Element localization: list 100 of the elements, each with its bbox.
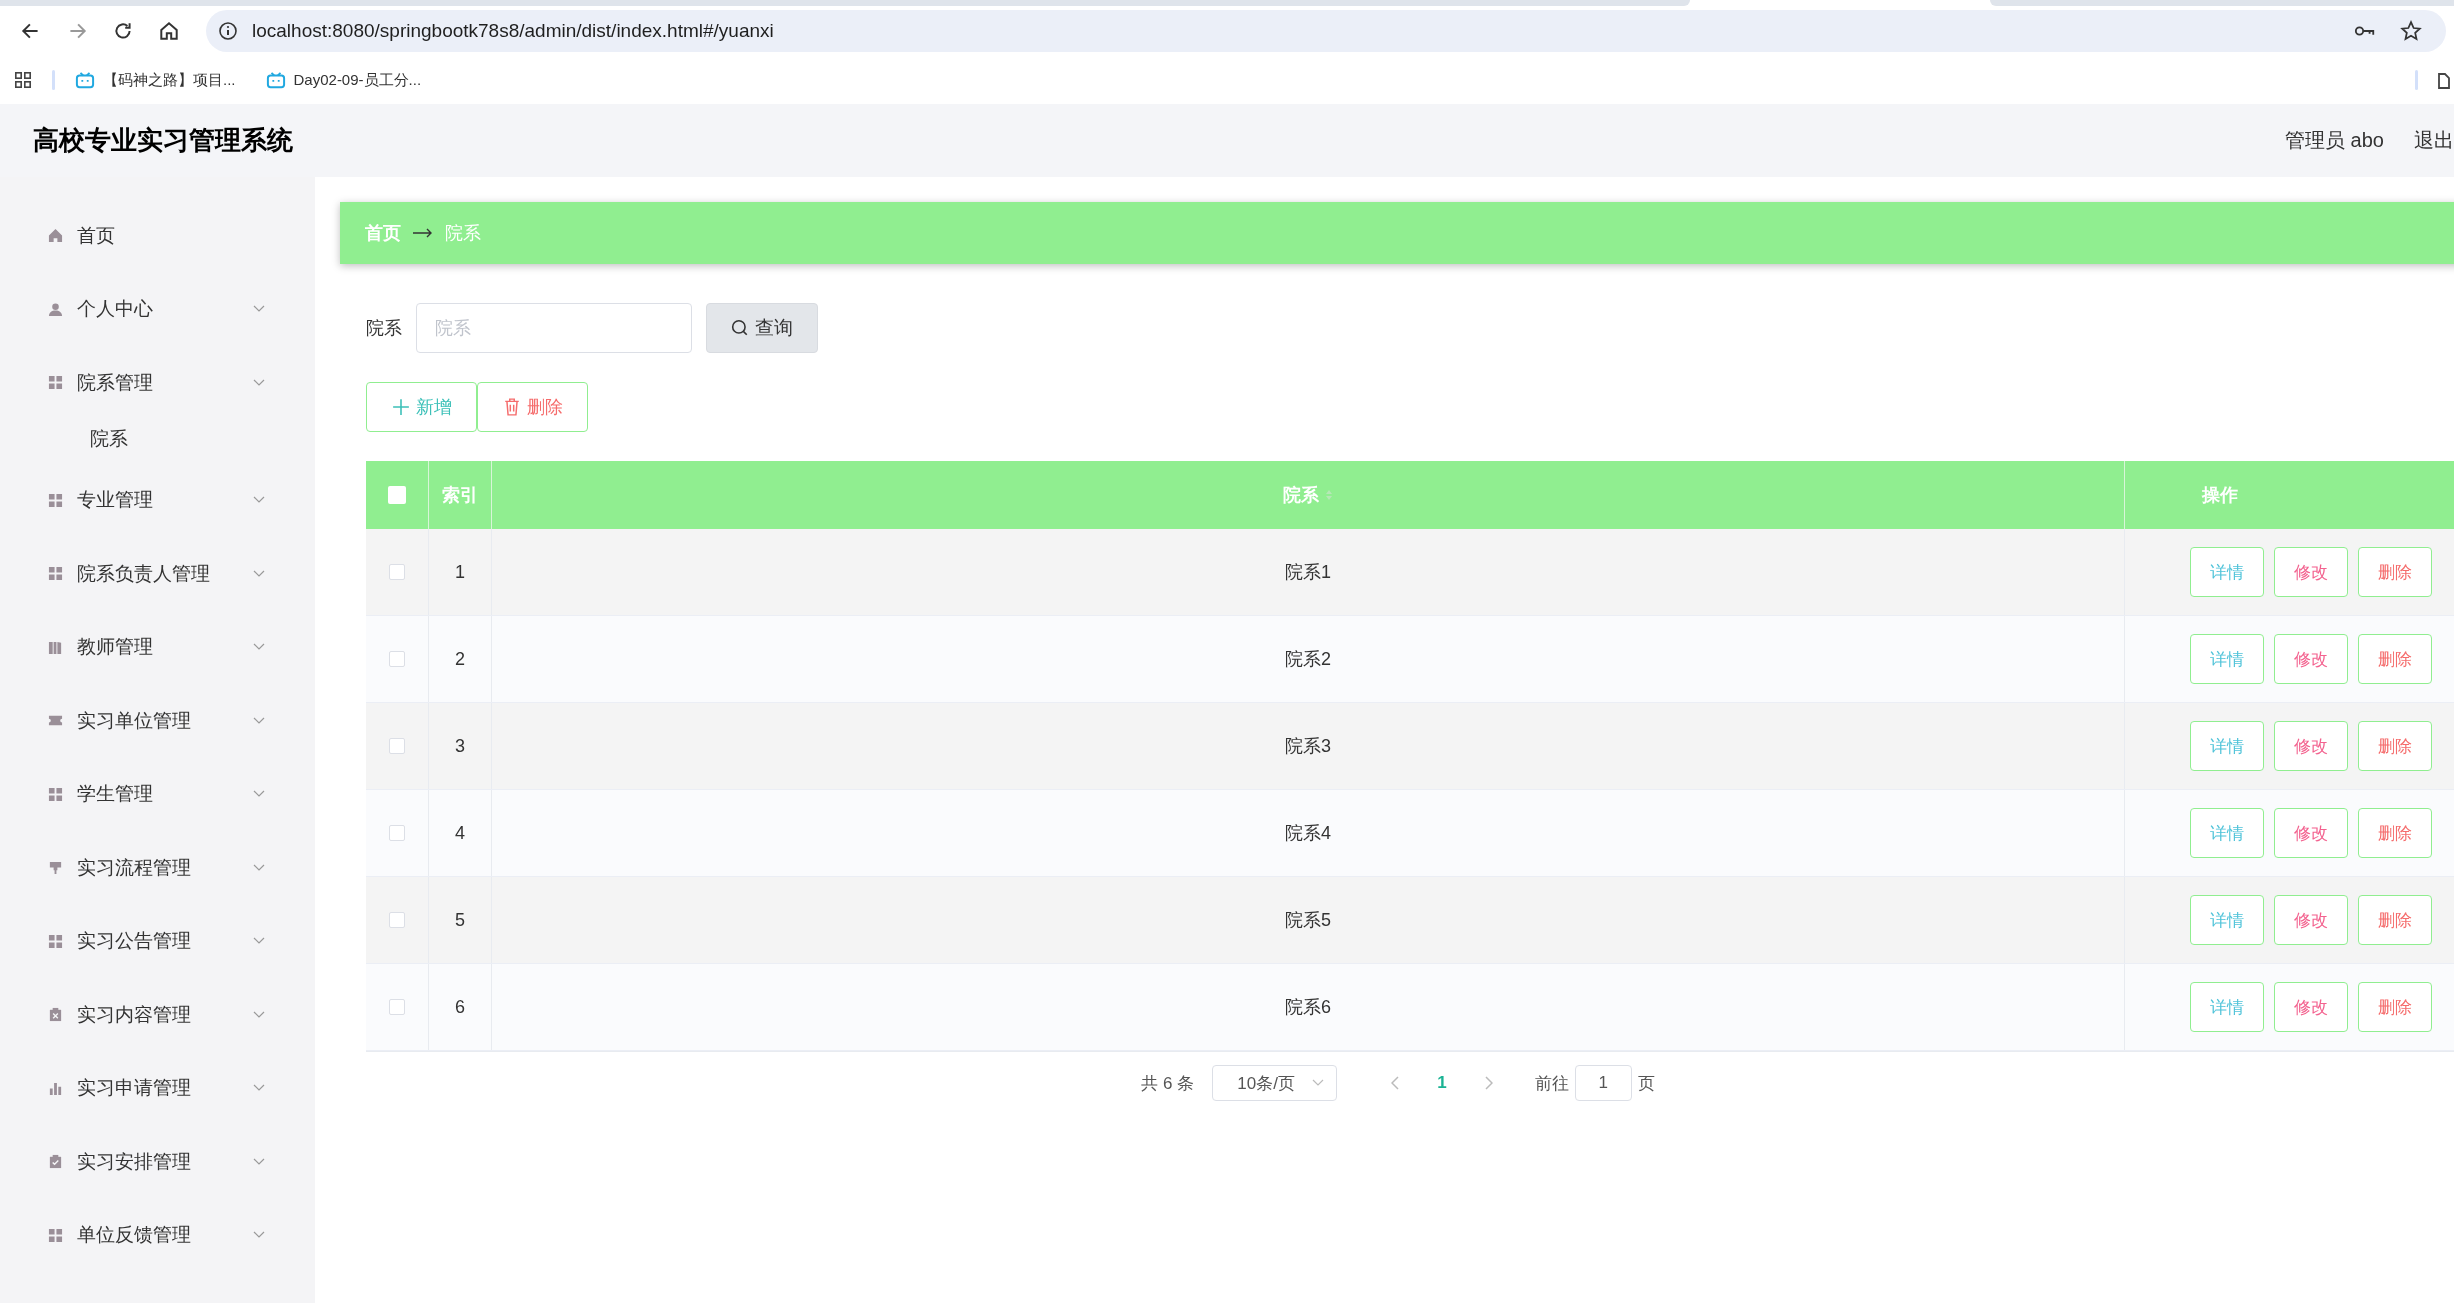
- row-checkbox[interactable]: [389, 999, 405, 1015]
- menu-item[interactable]: 实习流程管理: [0, 831, 315, 905]
- search-label: 院系: [366, 317, 402, 340]
- menu-item[interactable]: 首页: [0, 199, 315, 273]
- menu-item[interactable]: 实习内容管理: [0, 978, 315, 1052]
- table-cell: 院系6: [492, 964, 2125, 1050]
- clipboard-icon: [48, 1007, 63, 1023]
- menu-item[interactable]: 院系负责人管理: [0, 537, 315, 611]
- add-button[interactable]: 新增: [366, 382, 477, 432]
- detail-button[interactable]: 详情: [2190, 634, 2264, 684]
- chevron-down-icon: [1312, 1079, 1325, 1087]
- table-cell: 5: [429, 877, 492, 963]
- home-icon[interactable]: [158, 20, 180, 42]
- tv-icon: [75, 71, 95, 89]
- arrow-icon: [413, 228, 433, 238]
- row-checkbox[interactable]: [389, 738, 405, 754]
- search-button[interactable]: 查询: [706, 303, 818, 353]
- menu-item[interactable]: 教师管理: [0, 610, 315, 684]
- bar-chart-icon: [48, 1080, 63, 1096]
- menu-item[interactable]: 实习公告管理: [0, 904, 315, 978]
- table-cell: 4: [429, 790, 492, 876]
- plus-icon: [391, 398, 410, 416]
- delete-button[interactable]: 删除: [2358, 808, 2432, 858]
- total-count: 共 6 条: [1141, 1072, 1195, 1095]
- folder-icon[interactable]: [2438, 70, 2450, 90]
- bookmark[interactable]: 【码神之路】项目...: [75, 70, 236, 90]
- row-checkbox[interactable]: [389, 651, 405, 667]
- edit-button[interactable]: 修改: [2274, 634, 2348, 684]
- table-cell: 院系4: [492, 790, 2125, 876]
- row-checkbox[interactable]: [389, 825, 405, 841]
- detail-button[interactable]: 详情: [2190, 808, 2264, 858]
- table-cell: 2: [429, 616, 492, 702]
- detail-button[interactable]: 详情: [2190, 721, 2264, 771]
- row-checkbox[interactable]: [389, 912, 405, 928]
- menu-item[interactable]: 单位反馈管理: [0, 1198, 315, 1272]
- delete-button[interactable]: 删除: [2358, 721, 2432, 771]
- delete-button[interactable]: 删除: [477, 382, 588, 432]
- chevron-down-icon: [253, 716, 265, 725]
- edit-button[interactable]: 修改: [2274, 982, 2348, 1032]
- chevron-down-icon: [253, 1084, 265, 1093]
- select-all-checkbox[interactable]: [388, 486, 406, 504]
- info-icon[interactable]: [218, 21, 238, 41]
- sort-icon[interactable]: [1325, 489, 1333, 501]
- logout-link[interactable]: 退出: [2414, 127, 2454, 154]
- star-icon[interactable]: [2400, 20, 2422, 42]
- page-number[interactable]: 1: [1437, 1073, 1447, 1093]
- grid-icon: [48, 1227, 63, 1243]
- table-cell: 3: [429, 703, 492, 789]
- table-cell: 6: [429, 964, 492, 1050]
- delete-button[interactable]: 删除: [2358, 982, 2432, 1032]
- clipboard-check-icon: [48, 1154, 63, 1170]
- edit-button[interactable]: 修改: [2274, 808, 2348, 858]
- delete-button[interactable]: 删除: [2358, 547, 2432, 597]
- app-title: 高校专业实习管理系统: [33, 124, 293, 157]
- menu-item[interactable]: 实习单位管理: [0, 684, 315, 758]
- home-icon: [48, 228, 63, 244]
- apps-icon[interactable]: [14, 71, 32, 89]
- edit-button[interactable]: 修改: [2274, 721, 2348, 771]
- table-cell: 院系2: [492, 616, 2125, 702]
- chevron-down-icon: [253, 643, 265, 652]
- grid-icon: [48, 786, 63, 802]
- user-icon: [48, 301, 63, 317]
- delete-button[interactable]: 删除: [2358, 895, 2432, 945]
- page-unit: 页: [1637, 1072, 1655, 1095]
- search-field[interactable]: 院系: [416, 303, 692, 353]
- delete-button[interactable]: 删除: [2358, 634, 2432, 684]
- grid-icon: [48, 375, 63, 391]
- menu-item[interactable]: 实习安排管理: [0, 1125, 315, 1199]
- detail-button[interactable]: 详情: [2190, 982, 2264, 1032]
- chevron-down-icon: [253, 790, 265, 799]
- edit-button[interactable]: 修改: [2274, 895, 2348, 945]
- edit-button[interactable]: 修改: [2274, 547, 2348, 597]
- row-checkbox[interactable]: [389, 564, 405, 580]
- chevron-down-icon: [253, 569, 265, 578]
- table-cell: 院系3: [492, 703, 2125, 789]
- page-size-select[interactable]: 10条/页: [1212, 1065, 1338, 1101]
- bookmark[interactable]: Day02-09-员工分...: [265, 70, 422, 90]
- menu-item[interactable]: 个人中心: [0, 272, 315, 346]
- user-name: 管理员 abo: [2285, 128, 2384, 153]
- reload-icon[interactable]: [112, 20, 134, 42]
- search-icon: [731, 319, 749, 337]
- chevron-down-icon: [253, 1231, 265, 1240]
- chevron-down-icon: [253, 863, 265, 872]
- previous-page-icon[interactable]: [1391, 1076, 1400, 1090]
- table-cell: 1: [429, 529, 492, 615]
- chevron-down-icon: [253, 1157, 265, 1166]
- goto-label: 前往: [1534, 1072, 1569, 1095]
- detail-button[interactable]: 详情: [2190, 547, 2264, 597]
- grid-icon: [48, 933, 63, 949]
- books-icon: [48, 639, 63, 655]
- detail-button[interactable]: 详情: [2190, 895, 2264, 945]
- chevron-down-icon: [253, 378, 265, 387]
- address-bar[interactable]: localhost:8080/springbootk78s8/admin/dist/index.html#/yuanxi: [206, 10, 2446, 52]
- next-page-icon[interactable]: [1484, 1076, 1493, 1090]
- page-input[interactable]: 1: [1574, 1065, 1632, 1101]
- stamp-icon: [48, 860, 63, 876]
- chevron-down-icon: [253, 496, 265, 505]
- menu-item[interactable]: 学生管理: [0, 757, 315, 831]
- tv-icon: [265, 71, 286, 89]
- menu-item[interactable]: 实习申请管理: [0, 1051, 315, 1125]
